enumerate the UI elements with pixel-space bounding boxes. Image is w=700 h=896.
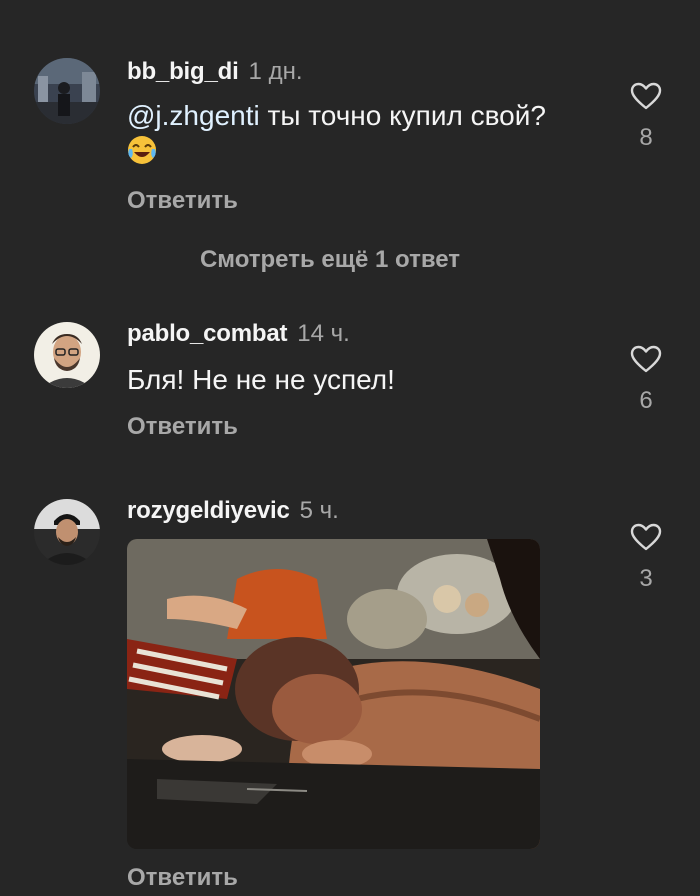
comment-header: pablo_combat 14 ч.: [127, 320, 350, 348]
reply-button[interactable]: Ответить: [127, 187, 238, 215]
username[interactable]: bb_big_di: [127, 58, 239, 85]
comment-body: ты точно купил свой?: [259, 100, 546, 131]
like-area: 8: [628, 82, 664, 152]
avatar[interactable]: [34, 322, 100, 388]
like-area: 6: [628, 345, 664, 415]
like-area: 3: [628, 523, 664, 593]
timestamp: 5 ч.: [299, 497, 339, 524]
heart-outline-icon[interactable]: [628, 523, 664, 551]
heart-outline-icon[interactable]: [628, 82, 664, 110]
like-count: 3: [639, 565, 653, 592]
comment-header: rozygeldiyevic 5 ч.: [127, 497, 339, 525]
comment-text: @j.zhgenti ты точно купил свой?: [127, 98, 547, 174]
like-count: 8: [639, 124, 653, 151]
avatar[interactable]: [34, 499, 100, 565]
username[interactable]: rozygeldiyevic: [127, 497, 290, 524]
mention-link[interactable]: @j.zhgenti: [127, 100, 260, 131]
like-count: 6: [639, 387, 653, 414]
heart-outline-icon[interactable]: [628, 345, 664, 373]
view-more-replies-button[interactable]: Смотреть ещё 1 ответ: [0, 246, 660, 274]
comment-header: bb_big_di 1 дн.: [127, 58, 303, 86]
reply-button[interactable]: Ответить: [127, 864, 238, 892]
timestamp: 1 дн.: [248, 58, 303, 85]
comment-body: Бля! Не не не успел!: [127, 364, 395, 395]
video-still-image[interactable]: [127, 539, 540, 849]
timestamp: 14 ч.: [297, 320, 350, 347]
avatar[interactable]: [34, 58, 100, 124]
reply-button[interactable]: Ответить: [127, 413, 238, 441]
laughing-tears-emoji: [127, 135, 157, 174]
username[interactable]: pablo_combat: [127, 320, 287, 347]
